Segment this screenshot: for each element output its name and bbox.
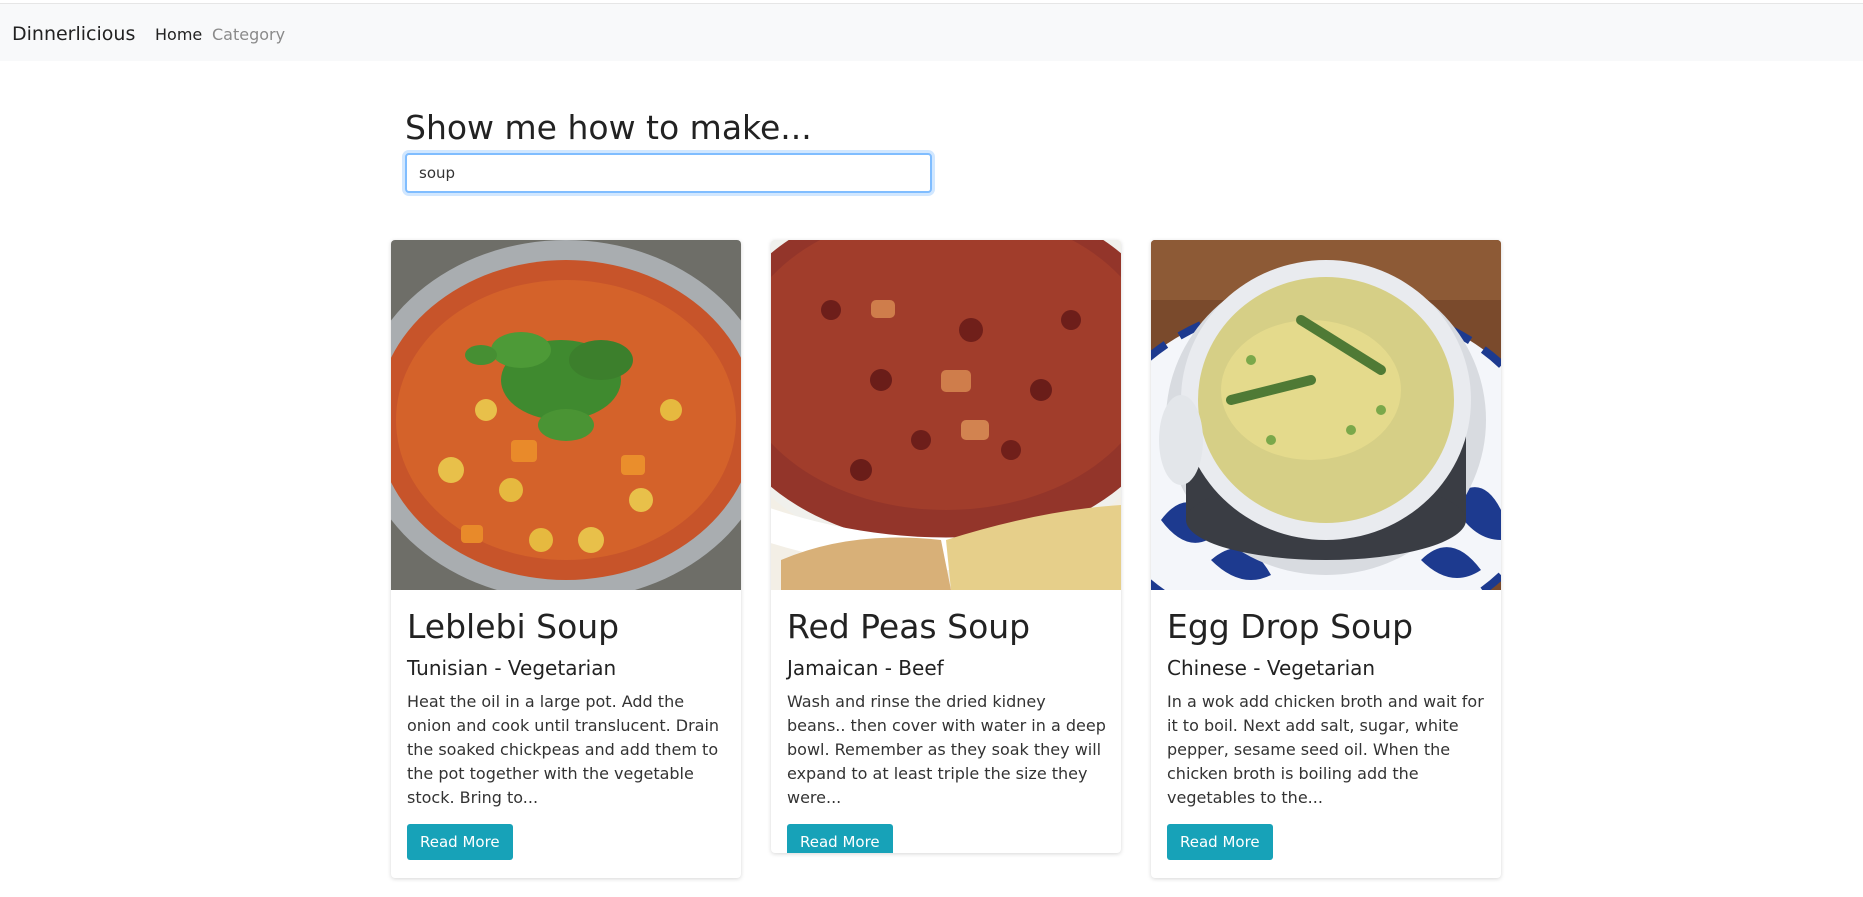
read-more-button[interactable]: Read More	[787, 823, 893, 853]
read-more-button[interactable]: Read More	[1167, 823, 1273, 860]
recipe-title: Red Peas Soup	[787, 607, 1031, 646]
recipe-card: Leblebi Soup Tunisian - Vegetarian Heat …	[391, 240, 741, 878]
nav-category-link[interactable]: Category	[212, 25, 285, 44]
card-body: Egg Drop Soup Chinese - Vegetarian In a …	[1167, 596, 1487, 860]
nav-home-link[interactable]: Home	[155, 25, 202, 44]
recipe-image	[391, 240, 741, 590]
recipe-subtitle: Tunisian - Vegetarian	[407, 655, 617, 680]
recipe-image	[771, 240, 1121, 590]
card-body: Leblebi Soup Tunisian - Vegetarian Heat …	[407, 596, 727, 860]
recipe-title: Leblebi Soup	[407, 607, 620, 646]
brand-link[interactable]: Dinnerlicious	[12, 23, 135, 45]
recipe-description: Heat the oil in a large pot. Add the oni…	[407, 691, 720, 807]
recipe-image	[1151, 240, 1501, 590]
recipe-subtitle: Chinese - Vegetarian	[1167, 655, 1376, 680]
navbar: Dinnerlicious Home Category	[0, 3, 1863, 61]
recipe-card: Egg Drop Soup Chinese - Vegetarian In a …	[1151, 240, 1501, 878]
recipe-card: Red Peas Soup Jamaican - Beef Wash and r…	[771, 240, 1121, 853]
read-more-button[interactable]: Read More	[407, 823, 513, 860]
search-input[interactable]	[405, 153, 932, 193]
recipe-description: In a wok add chicken broth and wait for …	[1167, 691, 1484, 807]
search-heading: Show me how to make...	[405, 108, 812, 147]
card-body: Red Peas Soup Jamaican - Beef Wash and r…	[787, 596, 1107, 853]
recipe-description: Wash and rinse the dried kidney beans.. …	[787, 691, 1106, 807]
recipe-title: Egg Drop Soup	[1167, 607, 1414, 646]
recipe-subtitle: Jamaican - Beef	[787, 655, 944, 680]
